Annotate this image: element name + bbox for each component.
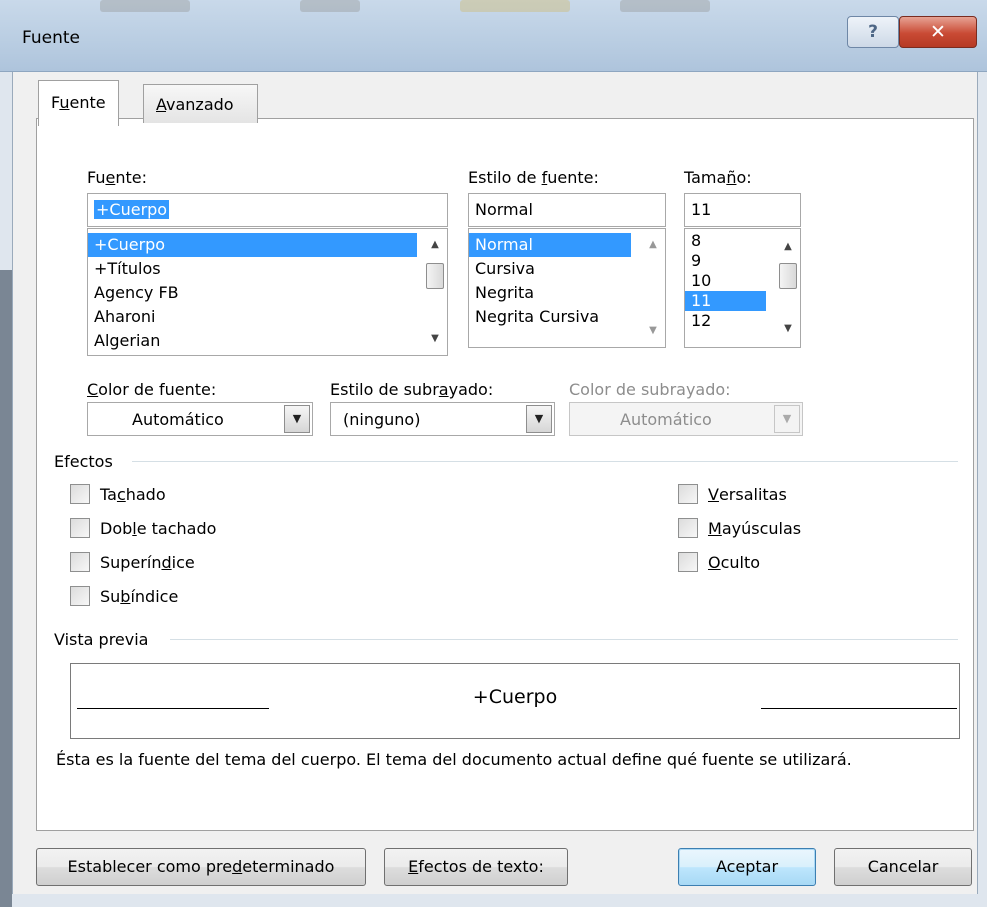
dropdown-arrow-icon[interactable]: ▼ bbox=[526, 405, 552, 433]
preview-description: Ésta es la fuente del tema del cuerpo. E… bbox=[56, 750, 852, 769]
preview-sample-text: +Cuerpo bbox=[472, 686, 558, 708]
subscript-checkbox[interactable]: Su b índice bbox=[70, 586, 178, 606]
preview-box: +Cuerpo bbox=[70, 663, 960, 739]
list-item[interactable]: +Títulos bbox=[88, 257, 447, 281]
close-icon: ✕ bbox=[930, 21, 946, 43]
scroll-down-icon[interactable]: ▼ bbox=[776, 319, 800, 339]
size-list-scrollbar[interactable]: ▲ ▼ bbox=[776, 229, 800, 347]
help-button[interactable]: ? bbox=[847, 16, 899, 48]
scroll-up-icon[interactable]: ▲ bbox=[776, 237, 800, 257]
strikethrough-checkbox[interactable]: Ta c hado bbox=[70, 484, 166, 504]
underline-color-label: Color de subrayado: bbox=[569, 380, 731, 399]
underline-style-label: Estilo de subrayado: bbox=[330, 380, 494, 399]
preview-group-title: Vista previa bbox=[54, 630, 149, 649]
list-item[interactable]: Cursiva bbox=[469, 257, 665, 281]
font-list[interactable]: +Cuerpo +Títulos Agency FB Aharoni Alger… bbox=[87, 228, 448, 356]
scroll-thumb[interactable] bbox=[426, 263, 444, 289]
font-input[interactable]: +Cuerpo bbox=[87, 193, 448, 227]
tab-avanzado[interactable]: Avanzado bbox=[143, 84, 258, 123]
preview-underline-left bbox=[77, 708, 269, 709]
font-style-list[interactable]: Normal Cursiva Negrita Negrita Cursiva ▲… bbox=[468, 228, 666, 348]
size-label: Tamaño: bbox=[684, 168, 752, 187]
scroll-down-icon[interactable]: ▼ bbox=[423, 329, 447, 349]
background-blur bbox=[460, 0, 570, 12]
double-strikethrough-checkbox[interactable]: Dob l e tachado bbox=[70, 518, 216, 538]
list-item[interactable]: Agency FB bbox=[88, 281, 447, 305]
background-blur bbox=[300, 0, 360, 12]
small-caps-checkbox[interactable]: Versalitas bbox=[678, 484, 787, 504]
all-caps-checkbox[interactable]: Mayúsculas bbox=[678, 518, 801, 538]
background-blur bbox=[620, 0, 710, 12]
list-item[interactable]: 11 bbox=[685, 291, 766, 311]
window-title: Fuente bbox=[22, 28, 80, 48]
list-item[interactable]: +Cuerpo bbox=[88, 233, 417, 257]
list-item[interactable]: Algerian bbox=[88, 329, 447, 353]
ok-button[interactable]: Aceptar bbox=[678, 848, 816, 886]
scroll-up-icon[interactable]: ▲ bbox=[641, 235, 665, 255]
font-color-combo[interactable]: Automático ▼ bbox=[87, 402, 313, 436]
size-list[interactable]: 8 9 10 11 12 ▲ ▼ bbox=[684, 228, 801, 348]
set-default-button[interactable]: Establecer como predeterminado bbox=[36, 848, 366, 886]
font-style-input[interactable]: Normal bbox=[468, 193, 666, 227]
window-edge bbox=[0, 270, 12, 907]
underline-color-combo[interactable]: Automático ▼ bbox=[569, 402, 803, 436]
list-item[interactable]: Negrita Cursiva bbox=[469, 305, 665, 329]
font-style-list-scrollbar[interactable]: ▲ ▼ bbox=[641, 229, 665, 347]
title-bar: Fuente ? ✕ bbox=[0, 0, 987, 72]
tab-fuente[interactable]: Fuente bbox=[38, 80, 119, 126]
effects-group-title: Efectos bbox=[54, 452, 113, 471]
font-label: Fuente: bbox=[87, 168, 147, 187]
font-style-label: Estilo de fuente: bbox=[468, 168, 599, 187]
scroll-thumb[interactable] bbox=[779, 263, 797, 289]
dropdown-arrow-icon[interactable]: ▼ bbox=[774, 405, 800, 433]
underline-style-combo[interactable]: (ninguno) ▼ bbox=[330, 402, 555, 436]
help-icon: ? bbox=[868, 22, 878, 42]
list-item[interactable]: Aharoni bbox=[88, 305, 447, 329]
superscript-checkbox[interactable]: Superín d ice bbox=[70, 552, 195, 572]
dropdown-arrow-icon[interactable]: ▼ bbox=[284, 405, 310, 433]
close-button[interactable]: ✕ bbox=[899, 16, 977, 48]
group-divider bbox=[132, 461, 958, 462]
text-effects-button[interactable]: Efectos de texto: bbox=[384, 848, 568, 886]
hidden-checkbox[interactable]: Oculto bbox=[678, 552, 760, 572]
preview-underline-right bbox=[761, 708, 957, 709]
scroll-up-icon[interactable]: ▲ bbox=[423, 235, 447, 255]
cancel-button[interactable]: Cancelar bbox=[834, 848, 972, 886]
group-divider bbox=[170, 639, 958, 640]
scroll-down-icon[interactable]: ▼ bbox=[641, 321, 665, 341]
list-item[interactable]: Negrita bbox=[469, 281, 665, 305]
size-input[interactable]: 11 bbox=[684, 193, 801, 227]
font-list-scrollbar[interactable]: ▲ ▼ bbox=[423, 229, 447, 355]
font-color-label: Color de fuente: bbox=[87, 380, 217, 399]
background-blur bbox=[100, 0, 190, 12]
list-item[interactable]: Normal bbox=[469, 233, 631, 257]
